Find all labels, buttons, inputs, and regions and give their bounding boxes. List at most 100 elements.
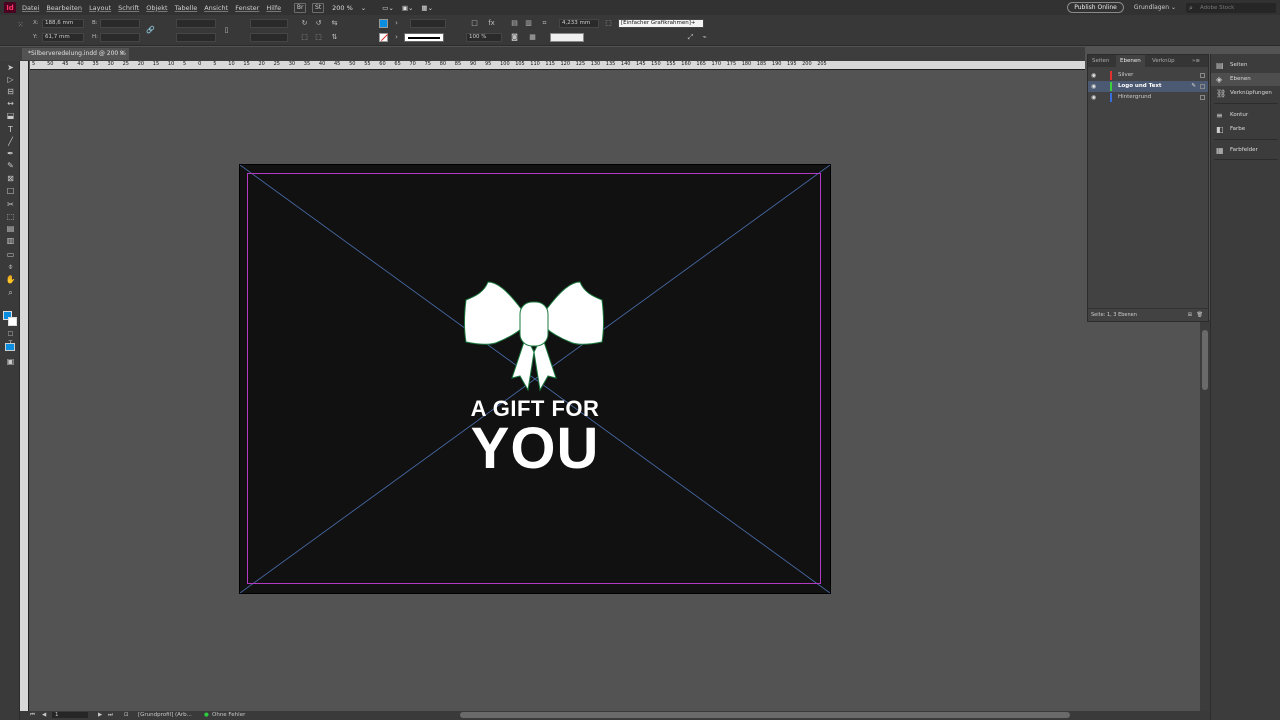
tab-seiten[interactable]: Seiten: [1088, 55, 1113, 67]
zoom-tool-icon[interactable]: ⌕: [5, 288, 16, 298]
align-left-icon[interactable]: ▤: [510, 19, 519, 28]
scissors-tool-icon[interactable]: ✂: [5, 200, 16, 210]
text-wrap-icon[interactable]: ▦: [528, 33, 537, 42]
layer-target-box[interactable]: [1200, 84, 1205, 89]
rotate-ccw-icon[interactable]: ↺: [314, 19, 323, 28]
menu-layout[interactable]: Layout: [89, 4, 111, 12]
note-tool-icon[interactable]: ▭: [5, 250, 16, 260]
preflight-status[interactable]: Ohne Fehler: [212, 712, 245, 718]
formatting-container-icon[interactable]: □ T: [5, 329, 16, 347]
menu-schrift[interactable]: Schrift: [118, 4, 139, 12]
prev-page-icon[interactable]: ◀: [42, 712, 46, 718]
shear-field[interactable]: [250, 33, 288, 42]
last-page-icon[interactable]: ⏭: [108, 712, 113, 719]
eye-icon[interactable]: ◉: [1091, 92, 1096, 103]
scale-y-field[interactable]: [176, 33, 216, 42]
gap-tool-icon[interactable]: ↔: [5, 99, 16, 109]
new-layer-icon[interactable]: ⊞: [1188, 309, 1192, 321]
layer-target-box[interactable]: [1200, 95, 1205, 100]
line-tool-icon[interactable]: ╱: [5, 137, 16, 147]
dock-farbfelder[interactable]: ▦ Farbfelder: [1211, 144, 1280, 157]
stroke-color-swatch[interactable]: [8, 317, 17, 326]
rectangle-frame-tool-icon[interactable]: ⊠: [5, 174, 16, 184]
flip-horizontal-icon[interactable]: ⇆: [330, 19, 339, 28]
pencil-tool-icon[interactable]: ✎: [5, 161, 16, 171]
rotate-cw-icon[interactable]: ↻: [300, 19, 309, 28]
fill-dropdown-icon[interactable]: ›: [392, 19, 401, 28]
scale-x-field[interactable]: [176, 19, 216, 28]
select-container-icon[interactable]: ⬚: [300, 33, 309, 42]
dock-seiten[interactable]: ▤ Seiten: [1211, 59, 1280, 72]
gradient-feather-tool-icon[interactable]: ▥: [5, 236, 16, 246]
eye-icon[interactable]: ◉: [1091, 70, 1096, 81]
stock-button[interactable]: St: [312, 2, 325, 13]
horizontal-ruler[interactable]: 5 50 45 40 35 30 25 20 15 10 5 0 5 10 15 20 25 30 35 40 45 50…: [30, 61, 1085, 70]
layer-target-box[interactable]: [1200, 73, 1205, 78]
page-tool-icon[interactable]: ⊟: [5, 87, 16, 97]
scroll-thumb[interactable]: [1202, 330, 1208, 390]
corner-icon[interactable]: ◙: [510, 33, 519, 42]
reference-point-icon[interactable]: ⁙: [16, 21, 25, 30]
view-options-icon[interactable]: ▭⌄: [382, 4, 394, 12]
delete-layer-icon[interactable]: 🗑: [1197, 309, 1203, 321]
menu-bearbeiten[interactable]: Bearbeiten: [46, 4, 82, 12]
apply-color-icon[interactable]: [5, 343, 15, 351]
dock-verknuepfungen[interactable]: ⛓ Verknüpfungen: [1211, 87, 1280, 100]
dock-ebenen[interactable]: ◈ Ebenen: [1211, 73, 1280, 86]
x-position-field[interactable]: 188,6 mm: [42, 19, 84, 28]
fx-icon[interactable]: fx: [487, 19, 496, 28]
pen-tool-icon[interactable]: ✒: [5, 149, 16, 159]
stroke-dropdown-icon[interactable]: ›: [392, 33, 401, 42]
tab-ebenen[interactable]: Ebenen: [1116, 55, 1145, 67]
height-field[interactable]: [100, 33, 140, 42]
quick-apply-icon[interactable]: ⌁: [700, 33, 709, 42]
stroke-style-dropdown[interactable]: [550, 33, 584, 42]
bow-icon[interactable]: [462, 280, 606, 394]
rotation-field[interactable]: [250, 19, 288, 28]
content-collector-icon[interactable]: ⬓: [5, 111, 16, 121]
horizontal-scrollbar[interactable]: [460, 712, 1070, 718]
layer-row-hintergrund[interactable]: ◉ Hintergrund: [1088, 92, 1208, 103]
align-center-icon[interactable]: ▥: [524, 19, 533, 28]
eye-icon[interactable]: ◉: [1091, 81, 1096, 92]
direct-selection-tool-icon[interactable]: ▷: [5, 75, 16, 85]
select-content-icon[interactable]: ⬚: [314, 33, 323, 42]
panel-menu-icon[interactable]: »≡: [1188, 55, 1204, 67]
vertical-scrollbar[interactable]: [1200, 320, 1210, 720]
flip-vertical-icon[interactable]: ⇅: [330, 33, 339, 42]
scale-x-percent-field[interactable]: 100 %: [466, 33, 502, 42]
menu-tabelle[interactable]: Tabelle: [175, 4, 198, 12]
eyedropper-tool-icon[interactable]: ⌽: [5, 262, 16, 272]
clear-overrides-icon[interactable]: ⤢: [686, 33, 695, 42]
zoom-dropdown-icon[interactable]: ⌄: [361, 4, 366, 12]
menu-ansicht[interactable]: Ansicht: [204, 4, 228, 12]
stroke-swatch[interactable]: [379, 33, 389, 42]
document-tab[interactable]: *Silberveredelung.indd @ 200 % ×: [22, 48, 129, 60]
vertical-ruler[interactable]: [20, 61, 29, 711]
tab-verknuepfungen[interactable]: Verknüp: [1148, 55, 1179, 67]
stroke-weight-dropdown[interactable]: [410, 19, 446, 28]
constrain-proportions-icon[interactable]: 🔗: [146, 26, 155, 35]
arrange-documents-icon[interactable]: ▦⌄: [421, 4, 433, 12]
free-transform-tool-icon[interactable]: ⬚: [5, 212, 16, 222]
screen-mode-tool-icon[interactable]: ▣: [5, 357, 16, 367]
fill-swatch[interactable]: [379, 19, 388, 28]
menu-hilfe[interactable]: Hilfe: [266, 4, 281, 12]
view-mode-icon[interactable]: ⊡: [124, 712, 129, 718]
stroke-weight-field[interactable]: 4,233 mm: [559, 19, 599, 28]
stroke-type-dropdown[interactable]: [404, 33, 444, 42]
gift-text-line2[interactable]: YOU: [430, 418, 640, 480]
width-field[interactable]: [100, 19, 140, 28]
screen-mode-icon[interactable]: ▣⌄: [402, 4, 414, 12]
page-number-field[interactable]: 1: [52, 712, 88, 718]
gradient-swatch-tool-icon[interactable]: ▤: [5, 224, 16, 234]
menu-fenster[interactable]: Fenster: [235, 4, 259, 12]
next-page-icon[interactable]: ▶: [98, 712, 102, 718]
layer-row-logo-und-text[interactable]: ◉ Logo und Text ✎: [1088, 81, 1208, 92]
close-tab-icon[interactable]: ×: [119, 48, 124, 60]
object-style-dropdown[interactable]: [Einfacher Grafikrahmen]+: [618, 19, 704, 28]
selection-tool-icon[interactable]: ➤: [5, 63, 16, 73]
menu-datei[interactable]: Datei: [22, 4, 39, 12]
dock-kontur[interactable]: ≡ Kontur: [1211, 109, 1280, 122]
constrain-scale-icon[interactable]: ▯: [222, 26, 231, 35]
